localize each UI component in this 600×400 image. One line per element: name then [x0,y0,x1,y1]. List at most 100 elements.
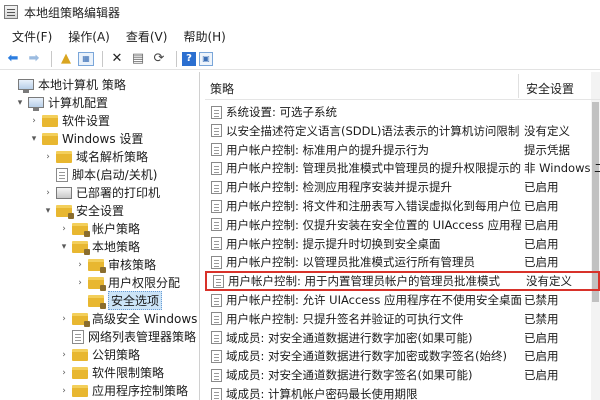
chevron-down-icon[interactable]: ▾ [58,242,70,252]
column-divider[interactable] [518,74,519,98]
chevron-right-icon[interactable]: › [58,350,70,360]
folder-lock-icon [88,294,106,309]
printer-icon [56,186,72,199]
chevron-right-icon[interactable]: › [74,260,86,270]
tree-item[interactable]: › 公钥策略 [58,345,140,364]
policy-setting: 提示凭据 [524,142,570,157]
policy-row[interactable]: 用户帐户控制: 允许 UIAccess 应用程序在不使用安全桌面... 已禁用 [205,290,600,310]
chevron-right-icon[interactable]: › [42,152,54,162]
policy-row[interactable]: 用户帐户控制: 管理员批准模式中管理员的提升权限提示的... 非 Windows … [205,158,600,178]
tree-item[interactable]: › 软件设置 [28,111,110,130]
chevron-down-icon[interactable]: ▾ [42,206,54,216]
policy-icon [211,143,222,157]
policy-row[interactable]: 系统设置: 可选子系统 [205,102,600,122]
policy-row[interactable]: 以安全描述符定义语言(SDDL)语法表示的计算机访问限制 没有定义 [205,121,600,141]
chevron-down-icon[interactable]: ▾ [28,134,40,144]
navigation-tree: 本地计算机 策略 ▾ 计算机配置 › 软件设置 ▾ Windows 设置 › 域名解析策略 脚本(… [0,72,200,400]
tree-item-label: 软件设置 [62,114,111,128]
policy-icon [211,349,222,363]
computer-icon [28,97,44,111]
tree-item[interactable]: ▾ 本地策略 [58,237,140,256]
up-folder-icon[interactable]: ▲ [57,50,75,68]
forward-icon[interactable]: ➡ [25,50,43,68]
tree-item[interactable]: 本地计算机 策略 [4,75,126,94]
doc-icon [72,329,84,344]
policy-setting: 已启用 [524,330,559,345]
column-header-setting[interactable]: 安全设置 [526,80,574,97]
tree-item-label: 域名解析策略 [76,150,149,164]
policy-row[interactable]: 用户帐户控制: 以管理员批准模式运行所有管理员 已启用 [205,252,600,272]
policy-icon [211,199,222,213]
tree-item[interactable]: ▾ Windows 设置 [28,129,144,148]
policy-row[interactable]: 用户帐户控制: 仅提升安装在安全位置的 UIAccess 应用程序 已启用 [205,215,600,235]
window-title: 本地组策略编辑器 [24,5,121,20]
policy-row[interactable]: 用户帐户控制: 标准用户的提升提示行为 提示凭据 [205,140,600,160]
mmc-icon[interactable]: ▣ [199,51,213,66]
policy-icon [211,331,222,345]
help-icon[interactable]: ? [182,51,196,66]
policy-name: 系统设置: 可选子系统 [226,105,338,119]
policy-setting: 已禁用 [524,311,559,326]
tree-item[interactable]: › 应用程序控制策略 [58,381,188,400]
back-icon[interactable]: ⬅ [4,50,22,68]
doc-icon [56,167,68,182]
tree-item[interactable]: ▾ 安全设置 [42,201,124,220]
toolbar-separator [51,50,52,67]
tree-item[interactable]: › 审核策略 [74,255,156,274]
tree-item[interactable]: 网络列表管理器策略 [58,327,196,346]
policy-setting: 已禁用 [524,293,559,307]
menu-action[interactable]: 操作(A) [60,28,118,45]
tree-item[interactable]: › 高级安全 Windows [58,309,197,328]
properties-icon[interactable]: ▤ [129,50,147,68]
tree-item-label: 软件限制策略 [92,366,165,380]
menu-help[interactable]: 帮助(H) [175,28,233,45]
folder-icon [72,384,88,397]
policy-setting: 已启用 [524,236,559,251]
view-icon[interactable]: ▦ [78,51,94,66]
tree-item-label: 本地策略 [92,240,141,254]
policy-row[interactable]: 域成员: 对安全通道数据进行数字签名(如果可能) 已启用 [205,365,600,385]
tree-item[interactable]: › 已部署的打印机 [42,183,160,202]
policy-name: 以安全描述符定义语言(SDDL)语法表示的计算机访问限制 [226,123,520,138]
refresh-icon[interactable]: ⟳ [150,50,168,68]
tree-item-label: 安全设置 [76,204,125,218]
tree-item[interactable]: › 用户权限分配 [74,273,180,292]
policy-row[interactable]: 域成员: 对安全通道数据进行数字加密或数字签名(始终) 已启用 [205,346,600,366]
policy-setting: 已启用 [524,180,559,195]
policy-setting: 已启用 [524,217,559,232]
policy-name: 用户帐户控制: 标准用户的提升提示行为 [226,142,430,157]
tree-item-label: 公钥策略 [92,348,141,362]
chevron-right-icon[interactable]: › [58,224,70,234]
policy-row[interactable]: 用户帐户控制: 只提升签名并验证的可执行文件 已禁用 [205,309,600,329]
policy-row[interactable]: 用户帐户控制: 用于内置管理员帐户的管理员批准模式 没有定义 [205,271,600,292]
policy-name: 用户帐户控制: 检测应用程序安装并提示提升 [226,180,453,195]
menu-view[interactable]: 查看(V) [118,28,176,45]
policy-name: 用户帐户控制: 仅提升安装在安全位置的 UIAccess 应用程序 [226,217,521,232]
policy-icon [211,161,222,175]
policy-row[interactable]: 用户帐户控制: 检测应用程序安装并提示提升 已启用 [205,177,600,197]
delete-icon[interactable]: ✕ [108,50,126,68]
chevron-right-icon[interactable]: › [74,278,86,288]
chevron-down-icon[interactable]: ▾ [14,98,26,108]
tree-item[interactable]: › 帐户策略 [58,219,140,238]
chevron-right-icon[interactable]: › [28,116,40,126]
menu-file[interactable]: 文件(F) [4,28,60,45]
tree-item[interactable]: 脚本(启动/关机) [42,165,157,184]
tree-item[interactable]: 安全选项 [74,291,163,310]
chevron-right-icon[interactable]: › [58,368,70,378]
tree-item-label: 本地计算机 策略 [38,78,126,92]
column-header-policy[interactable]: 策略 [210,80,234,97]
chevron-right-icon[interactable]: › [58,314,70,324]
policy-row[interactable]: 域成员: 对安全通道数据进行数字加密(如果可能) 已启用 [205,328,600,348]
tree-item-label: 计算机配置 [48,96,109,110]
chevron-right-icon[interactable]: › [42,188,54,198]
policy-row[interactable]: 用户帐户控制: 提示提升时切换到安全桌面 已启用 [205,234,600,254]
policy-setting: 非 Windows 二 [524,161,600,176]
policy-row[interactable]: 用户帐户控制: 将文件和注册表写入错误虚拟化到每用户位置 已启用 [205,196,600,216]
folder-lock-icon [72,222,90,237]
tree-item[interactable]: ▾ 计算机配置 [14,93,108,112]
policy-row[interactable]: 域成员: 计算机帐户密码最长使用期限 [205,384,600,400]
tree-item[interactable]: › 域名解析策略 [42,147,148,166]
tree-item[interactable]: › 软件限制策略 [58,363,164,382]
chevron-right-icon[interactable]: › [58,386,70,396]
